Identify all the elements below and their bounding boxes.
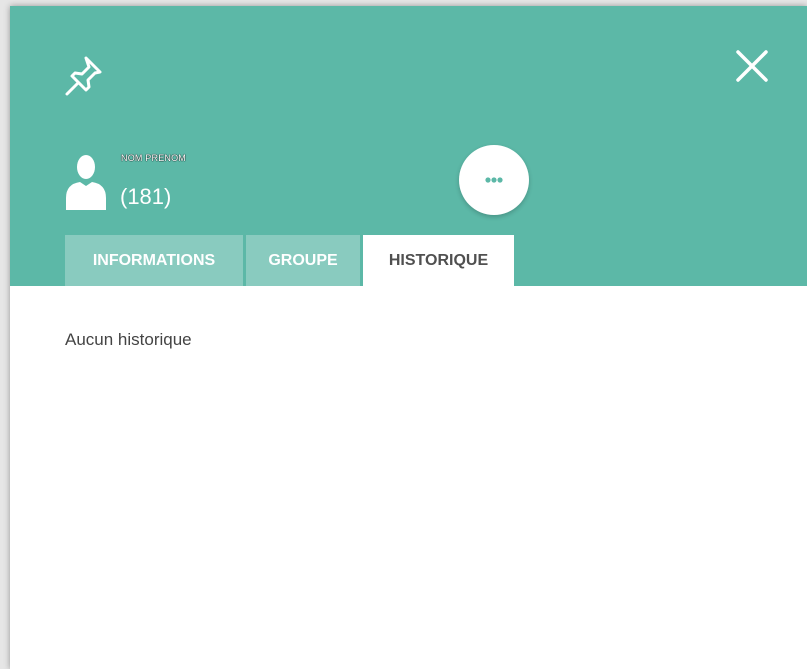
- user-icon: [66, 155, 106, 210]
- details-panel: NOM PRENOM (181) INFORMATIONS GROUPE HIS…: [10, 6, 807, 669]
- ellipsis-icon: [485, 177, 503, 183]
- pin-button[interactable]: [62, 52, 104, 100]
- more-options-button[interactable]: [459, 145, 529, 215]
- tab-historique[interactable]: HISTORIQUE: [363, 235, 514, 286]
- tab-groupe[interactable]: GROUPE: [246, 235, 360, 286]
- pin-icon: [65, 56, 102, 96]
- tab-informations[interactable]: INFORMATIONS: [65, 235, 243, 286]
- history-empty-message: Aucun historique: [65, 330, 192, 349]
- tab-bar: INFORMATIONS GROUPE HISTORIQUE: [65, 235, 514, 286]
- close-button[interactable]: [732, 46, 772, 86]
- panel-header: NOM PRENOM (181) INFORMATIONS GROUPE HIS…: [10, 6, 807, 286]
- user-count: (181): [120, 184, 172, 209]
- close-icon: [736, 50, 768, 82]
- user-name: NOM PRENOM: [121, 153, 186, 163]
